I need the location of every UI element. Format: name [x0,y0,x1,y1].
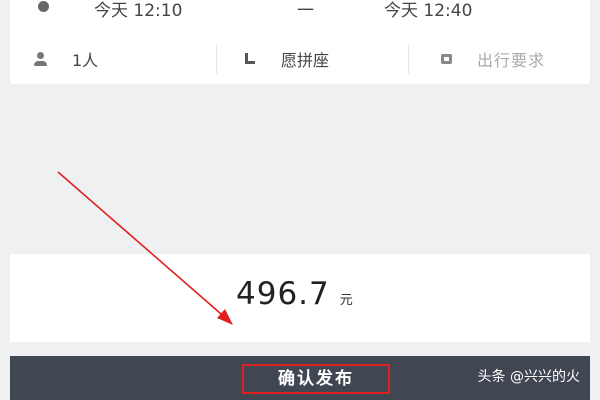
carpool-option: 愿拼座 [281,51,330,70]
price-unit: 元 [339,293,353,308]
watermark: 头条 @兴兴的火 [477,369,580,385]
price-card: 496.7 元 [10,254,590,342]
options-row: 1人 愿拼座 出行要求 [10,44,590,74]
price-value: 496.7 [236,276,330,312]
passenger-count: 1人 [72,51,99,70]
requirements-selector[interactable]: 出行要求 [408,44,590,74]
time-row[interactable]: 今天 12:10 一 今天 12:40 [10,0,590,22]
trip-details-card: 今天 12:10 一 今天 12:40 1人 愿拼座 出行要求 [10,0,590,84]
price-display: 496.7 元 [236,276,353,312]
confirm-publish-button[interactable]: 确认发布 [242,364,390,394]
time-separator: 一 [297,1,314,21]
start-time[interactable]: 今天 12:10 [94,0,182,21]
clock-icon [38,1,49,12]
carpool-selector[interactable]: 愿拼座 [216,44,406,74]
requirements-placeholder: 出行要求 [477,51,546,70]
end-time[interactable]: 今天 12:40 [384,0,472,21]
note-icon [437,50,455,68]
passenger-count-selector[interactable]: 1人 [32,44,212,74]
person-icon [32,50,50,68]
seat-icon [241,50,259,68]
